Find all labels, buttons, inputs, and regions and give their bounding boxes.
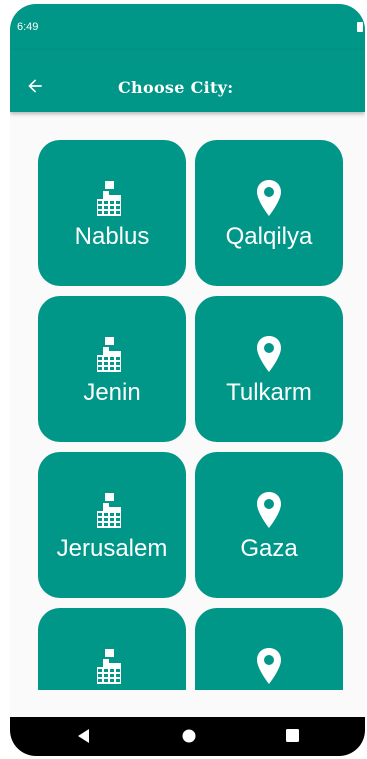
city-label: Qalqilya xyxy=(225,223,313,250)
city-card[interactable]: Jenin xyxy=(38,296,186,442)
battery-icon xyxy=(357,22,363,32)
city-card[interactable]: Nablus xyxy=(38,140,186,286)
city-card[interactable]: Jerusalem xyxy=(38,452,186,598)
city-label: Gaza xyxy=(240,535,298,562)
phone-screen: 6:49 Choose City: Nablus Qalqilya Jenin Tul… xyxy=(10,4,365,756)
city-card[interactable]: Gaza xyxy=(195,452,343,598)
location-pin-icon xyxy=(249,178,289,218)
location-pin-icon xyxy=(249,490,289,530)
location-pin-icon xyxy=(249,646,289,686)
status-time: 6:49 xyxy=(17,21,39,33)
recents-nav-icon[interactable] xyxy=(286,729,299,742)
city-list[interactable]: Nablus Qalqilya Jenin Tulkarm Jerusalem Gaza xyxy=(10,112,365,690)
building-icon xyxy=(92,646,132,686)
city-label: Jenin xyxy=(83,379,141,406)
system-nav-bar xyxy=(10,717,365,756)
page-title: Choose City: xyxy=(118,78,234,97)
city-label: Nablus xyxy=(74,223,150,250)
building-icon xyxy=(92,334,132,374)
city-label: Jerusalem xyxy=(56,535,168,562)
back-arrow-icon[interactable] xyxy=(24,76,46,96)
building-icon xyxy=(92,178,132,218)
location-pin-icon xyxy=(249,334,289,374)
city-card[interactable]: Tulkarm xyxy=(195,296,343,442)
status-bar: 6:49 xyxy=(10,4,365,50)
home-nav-icon[interactable] xyxy=(182,729,196,743)
city-card[interactable] xyxy=(195,608,343,690)
city-card[interactable] xyxy=(38,608,186,690)
building-icon xyxy=(92,490,132,530)
city-label: Tulkarm xyxy=(226,379,312,406)
app-bar: Choose City: xyxy=(10,50,365,112)
back-nav-icon[interactable] xyxy=(78,729,90,743)
city-card[interactable]: Qalqilya xyxy=(195,140,343,286)
